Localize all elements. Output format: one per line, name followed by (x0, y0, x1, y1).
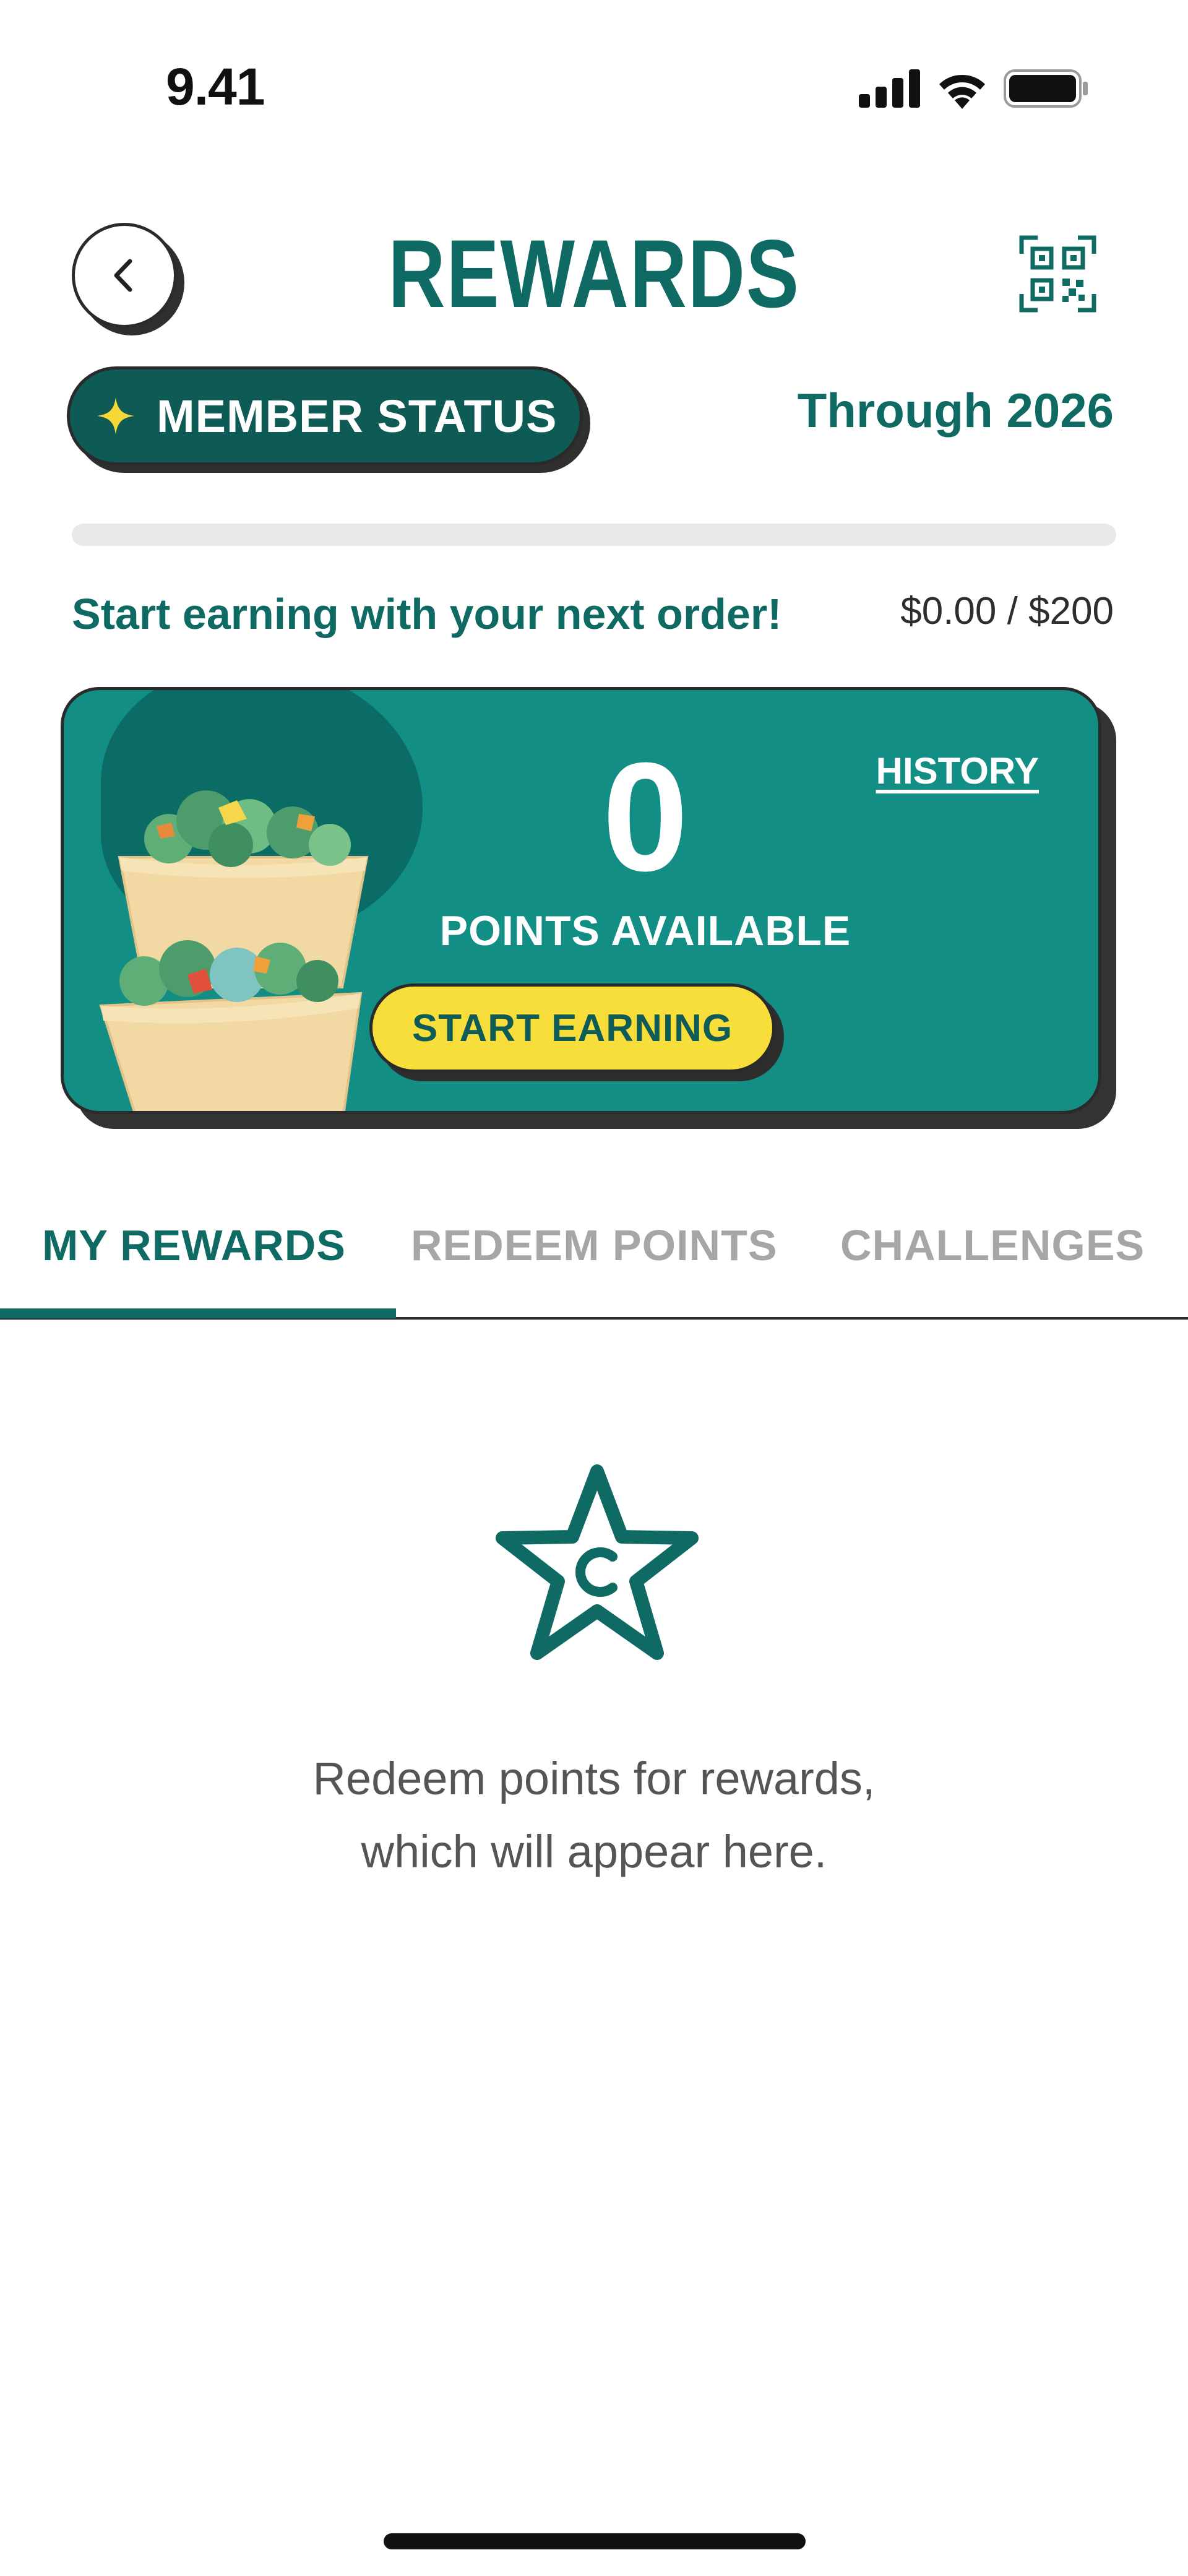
wifi-icon (939, 74, 985, 109)
history-link[interactable]: HISTORY (876, 750, 1039, 792)
membership-through-label: Through 2026 (797, 383, 1114, 438)
member-status-label: MEMBER STATUS (157, 390, 557, 442)
status-icons (859, 69, 1089, 109)
active-tab-indicator (0, 1308, 396, 1318)
page-title: REWARDS (388, 220, 800, 328)
membership-progress-bar (72, 524, 1116, 546)
points-value: 0 (602, 730, 689, 903)
qr-code-icon (1019, 235, 1096, 313)
status-bar: 9.41 (0, 0, 1188, 149)
points-label: POINTS AVAILABLE (439, 907, 851, 954)
tab-redeem-points[interactable]: REDEEM POINTS (411, 1221, 778, 1270)
status-time: 9.41 (166, 58, 265, 116)
home-indicator[interactable] (384, 2533, 806, 2549)
empty-state-line-2: which will appear here. (361, 1826, 827, 1877)
start-earning-button[interactable]: START EARNING (369, 983, 775, 1073)
tab-challenges[interactable]: CHALLENGES (840, 1221, 1145, 1270)
earn-message: Start earning with your next order! (72, 590, 782, 638)
rewards-tabs: MY REWARDS REDEEM POINTS CHALLENGES (0, 1201, 1188, 1320)
points-card: 0 POINTS AVAILABLE HISTORY START EARNING (61, 687, 1101, 1114)
header: REWARDS (0, 186, 1188, 340)
cellular-signal-icon (859, 69, 920, 108)
qr-code-button[interactable] (1019, 235, 1096, 313)
salad-bowls-illustration (99, 790, 369, 1111)
tab-my-rewards[interactable]: MY REWARDS (42, 1221, 346, 1270)
rewards-star-icon (496, 1464, 699, 1660)
battery-icon (1004, 69, 1088, 108)
empty-state-message: Redeem points for rewards, which will ap… (0, 1742, 1188, 1888)
empty-state-line-1: Redeem points for rewards, (312, 1753, 876, 1804)
progress-amount: $0.00 / $200 (900, 590, 1114, 633)
sparkle-icon (97, 397, 134, 434)
member-status-button[interactable]: MEMBER STATUS (67, 366, 583, 465)
